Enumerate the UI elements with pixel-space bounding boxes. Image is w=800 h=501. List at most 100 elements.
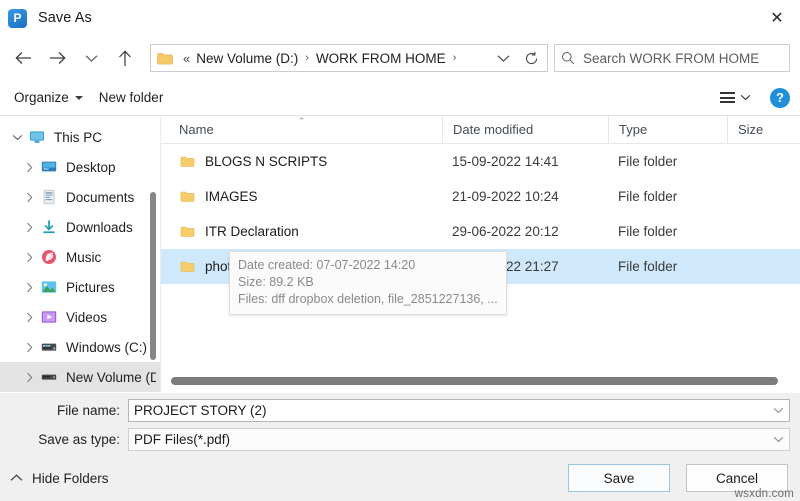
file-row-name-cell: BLOGS N SCRIPTS (161, 154, 442, 169)
address-bar[interactable]: « New Volume (D:) › WORK FROM HOME › (150, 44, 548, 72)
column-header-type[interactable]: Type (608, 116, 727, 143)
folder-tooltip: Date created: 07-07-2022 14:20 Size: 89.… (229, 251, 507, 315)
column-header-size[interactable]: Size (727, 116, 787, 143)
file-name-input[interactable]: PROJECT STORY (2) (129, 403, 767, 418)
sidebar-item-desktop[interactable]: Desktop (0, 152, 160, 182)
forward-button[interactable] (40, 42, 74, 74)
sidebar-scrollbar-thumb[interactable] (150, 192, 156, 360)
sidebar-vertical-scrollbar[interactable] (148, 116, 158, 393)
chevron-down-icon (740, 94, 751, 101)
folder-icon (179, 260, 196, 274)
videos-icon (41, 311, 57, 323)
documents-icon (40, 189, 58, 205)
hide-folders-label: Hide Folders (32, 470, 109, 486)
breadcrumb-separator-2[interactable]: › (449, 52, 461, 64)
chevron-down-icon[interactable] (6, 134, 28, 141)
window-title: Save As (38, 10, 92, 26)
file-list-row[interactable]: IMAGES 21-09-2022 10:24 File folder (161, 179, 800, 214)
refresh-button[interactable] (517, 45, 545, 71)
folder-icon (179, 190, 196, 204)
chevron-right-icon[interactable] (18, 372, 40, 383)
file-name-dropdown-button[interactable] (767, 400, 789, 421)
app-icon-letter: P (13, 11, 22, 25)
chevron-right-icon[interactable] (18, 252, 40, 263)
file-row-name-cell: ITR Declaration (161, 224, 442, 239)
help-icon[interactable]: ? (770, 87, 790, 108)
sidebar-item-videos[interactable]: Videos (0, 302, 160, 332)
pdf-app-icon: P (8, 8, 27, 28)
folder-tree: This PC Desktop Documents Downloads Music Pic… (0, 122, 160, 392)
chevron-right-icon[interactable] (18, 222, 40, 233)
sidebar-item-windows-c[interactable]: Windows (C:) (0, 332, 160, 362)
breadcrumb-item-drive[interactable]: New Volume (D:) (193, 50, 301, 67)
change-view-button[interactable] (715, 89, 756, 106)
address-dropdown-button[interactable] (489, 45, 517, 71)
sidebar-item-documents[interactable]: Documents (0, 182, 160, 212)
file-list-row[interactable]: ITR Declaration 29-06-2022 20:12 File fold… (161, 214, 800, 249)
arrow-up-icon (119, 49, 131, 66)
back-button[interactable] (6, 42, 40, 74)
drive-os-icon (40, 339, 58, 355)
sidebar-item-music[interactable]: Music (0, 242, 160, 272)
recent-locations-button[interactable] (74, 42, 108, 74)
chevron-right-icon[interactable] (18, 342, 40, 353)
file-row-date: 29-06-2022 20:12 (452, 224, 559, 239)
sidebar-item-this-pc[interactable]: This PC (0, 122, 160, 152)
new-folder-button[interactable]: New folder (91, 86, 172, 109)
sidebar-item-label: Pictures (66, 279, 115, 295)
file-name-field[interactable]: PROJECT STORY (2) (128, 398, 790, 422)
file-row-date: 21-09-2022 10:24 (452, 189, 559, 204)
folder-icon (180, 191, 195, 202)
close-icon[interactable]: ✕ (754, 0, 800, 36)
search-icon (561, 51, 575, 65)
tooltip-files: Files: dff dropbox deletion, file_285122… (238, 292, 498, 306)
column-header-name[interactable]: ⌃ Name (161, 116, 442, 143)
chevron-up-icon (10, 474, 23, 481)
filelist-horizontal-scrollbar[interactable] (171, 377, 790, 385)
chevron-right-icon[interactable] (18, 312, 40, 323)
navigation-pane: This PC Desktop Documents Downloads Music Pic… (0, 116, 160, 393)
file-list-pane: ⌃ Name Date modified Type Size BLOGS N SCRIP… (160, 116, 800, 393)
chevron-right-icon[interactable] (18, 162, 40, 173)
sidebar-item-new-volume-d[interactable]: New Volume (D: (0, 362, 160, 392)
save-as-type-dropdown-button[interactable] (767, 429, 789, 450)
sidebar-item-label: Videos (66, 309, 108, 325)
column-header-date[interactable]: Date modified (442, 116, 608, 143)
downloads-icon (43, 220, 55, 234)
folder-icon (180, 261, 195, 272)
file-row-name: BLOGS N SCRIPTS (205, 154, 328, 169)
arrow-left-icon (14, 52, 31, 64)
folder-icon (179, 225, 196, 239)
chevron-right-icon[interactable] (18, 192, 40, 203)
file-row-type: File folder (618, 224, 678, 239)
folder-icon (157, 52, 173, 64)
breadcrumb-item-folder[interactable]: WORK FROM HOME (313, 50, 449, 67)
sidebar-item-downloads[interactable]: Downloads (0, 212, 160, 242)
organize-button[interactable]: Organize (14, 86, 91, 109)
save-as-type-field[interactable]: PDF Files(*.pdf) (128, 427, 790, 451)
column-header-label: Size (738, 122, 764, 137)
pictures-icon (40, 279, 58, 295)
arrow-right-icon (49, 52, 66, 64)
hide-folders-button[interactable]: Hide Folders (10, 471, 109, 486)
breadcrumb-overflow[interactable]: « (180, 51, 193, 66)
search-input[interactable]: Search WORK FROM HOME (583, 51, 759, 66)
filelist-scrollbar-thumb[interactable] (171, 377, 778, 385)
chevron-right-icon[interactable] (18, 282, 40, 293)
file-name-row: File name: PROJECT STORY (2) (0, 397, 800, 423)
up-button[interactable] (108, 42, 142, 74)
monitor-icon (28, 129, 46, 145)
sidebar-item-label: Windows (C:) (66, 339, 148, 355)
file-list-row[interactable]: BLOGS N SCRIPTS 15-09-2022 14:41 File fold… (161, 144, 800, 179)
search-box[interactable]: Search WORK FROM HOME (554, 44, 790, 72)
tooltip-date-created: Date created: 07-07-2022 14:20 (238, 258, 416, 272)
save-button[interactable]: Save (568, 464, 670, 492)
navigation-bar: « New Volume (D:) › WORK FROM HOME › Sea… (0, 36, 800, 80)
folder-icon (179, 155, 196, 169)
folder-icon (180, 226, 195, 237)
command-bar: Organize New folder ? (0, 80, 800, 116)
breadcrumb-separator-1[interactable]: › (301, 52, 313, 64)
sidebar-item-pictures[interactable]: Pictures (0, 272, 160, 302)
save-as-type-value[interactable]: PDF Files(*.pdf) (129, 432, 767, 447)
file-row-date: 15-09-2022 14:41 (452, 154, 559, 169)
